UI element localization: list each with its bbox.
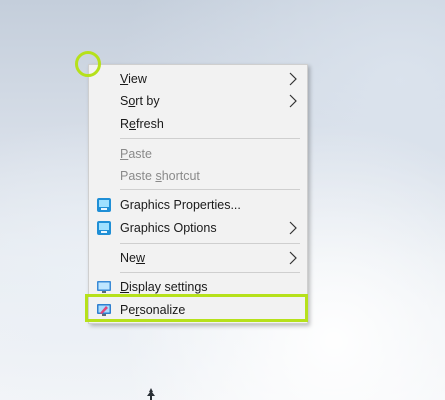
tree-silhouette-icon — [147, 388, 155, 400]
menu-item-refresh[interactable]: Refresh — [89, 113, 307, 135]
menu-item-label: Sort by — [120, 94, 160, 108]
chevron-right-icon — [289, 251, 297, 265]
menu-item-label: Refresh — [120, 117, 164, 131]
menu-separator — [120, 243, 300, 244]
chevron-right-icon — [289, 72, 297, 86]
menu-item-label: New — [120, 251, 146, 265]
context-menu: View Sort by Refresh Paste Paste shortcu… — [88, 64, 308, 324]
menu-item-sort-by[interactable]: Sort by — [89, 90, 307, 112]
menu-item-paste: Paste — [89, 143, 307, 165]
menu-item-label: Display settings — [120, 280, 208, 294]
menu-item-label: Graphics Properties... — [120, 198, 241, 212]
menu-item-new[interactable]: New — [89, 247, 307, 269]
menu-item-graphics-options[interactable]: Graphics Options — [89, 217, 307, 239]
chevron-right-icon — [289, 221, 297, 235]
highlight-box — [85, 294, 308, 322]
menu-item-label: Paste shortcut — [120, 169, 200, 183]
menu-item-paste-shortcut: Paste shortcut — [89, 165, 307, 187]
menu-item-graphics-properties[interactable]: Graphics Properties... — [89, 194, 307, 216]
menu-item-label: Paste — [120, 147, 152, 161]
menu-item-label: View — [120, 72, 147, 86]
display-icon — [97, 281, 111, 293]
intel-graphics-icon — [97, 221, 111, 235]
intel-graphics-icon — [97, 198, 111, 212]
menu-item-view[interactable]: View — [89, 68, 307, 90]
click-indicator-ring — [75, 51, 101, 77]
chevron-right-icon — [289, 94, 297, 108]
menu-separator — [120, 189, 300, 190]
menu-separator — [120, 138, 300, 139]
menu-item-label: Graphics Options — [120, 221, 217, 235]
menu-separator — [120, 272, 300, 273]
